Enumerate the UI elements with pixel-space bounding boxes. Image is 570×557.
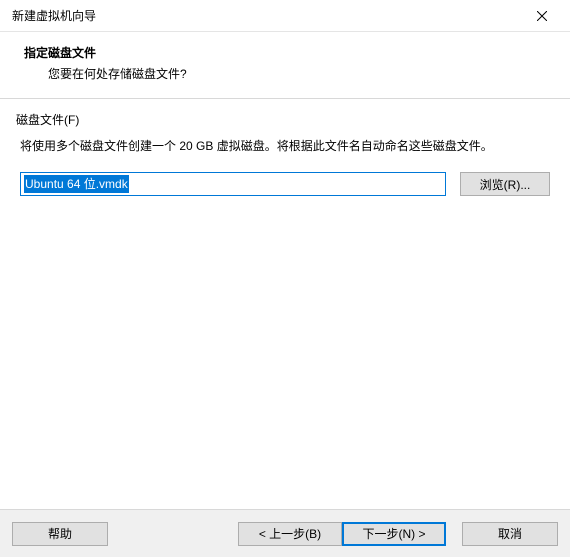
disk-file-label: 磁盘文件(F)	[16, 111, 558, 128]
titlebar: 新建虚拟机向导	[0, 0, 570, 32]
help-button[interactable]: 帮助	[12, 522, 108, 546]
footer: 帮助 < 上一步(B) 下一步(N) > 取消	[0, 509, 570, 557]
nav-group: < 上一步(B) 下一步(N) >	[238, 522, 446, 546]
page-subtitle: 您要在何处存储磁盘文件?	[24, 65, 546, 82]
content-area: 磁盘文件(F) 将使用多个磁盘文件创建一个 20 GB 虚拟磁盘。将根据此文件名…	[0, 99, 570, 208]
window-title: 新建虚拟机向导	[12, 7, 96, 24]
cancel-button[interactable]: 取消	[462, 522, 558, 546]
disk-file-row: Ubuntu 64 位.vmdk 浏览(R)...	[20, 172, 550, 196]
disk-file-value: Ubuntu 64 位.vmdk	[24, 175, 129, 193]
browse-button[interactable]: 浏览(R)...	[460, 172, 550, 196]
wizard-header: 指定磁盘文件 您要在何处存储磁盘文件?	[0, 32, 570, 99]
disk-description: 将使用多个磁盘文件创建一个 20 GB 虚拟磁盘。将根据此文件名自动命名这些磁盘…	[20, 136, 550, 156]
back-button[interactable]: < 上一步(B)	[238, 522, 342, 546]
page-title: 指定磁盘文件	[24, 44, 546, 61]
next-button[interactable]: 下一步(N) >	[342, 522, 446, 546]
disk-file-input[interactable]: Ubuntu 64 位.vmdk	[20, 172, 446, 196]
close-icon	[537, 11, 547, 21]
close-button[interactable]	[522, 2, 562, 30]
